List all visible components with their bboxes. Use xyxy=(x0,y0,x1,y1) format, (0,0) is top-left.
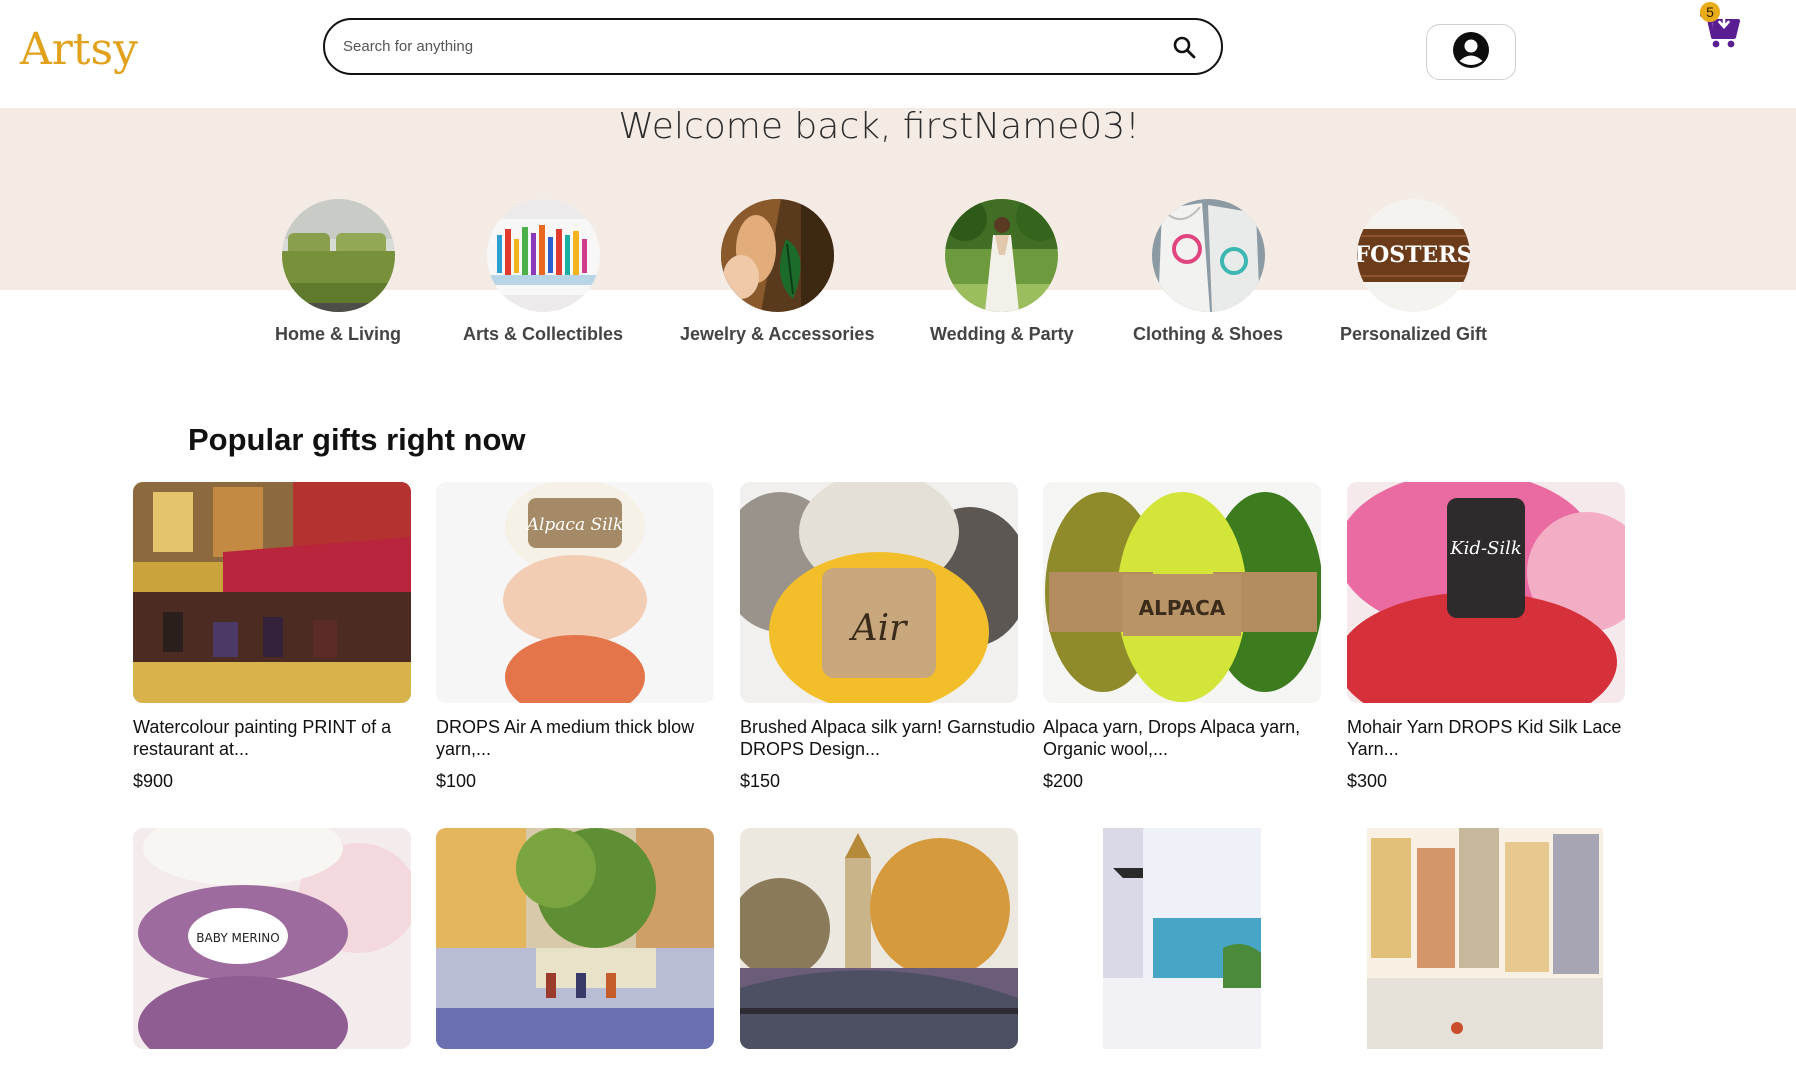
product-image[interactable]: Air xyxy=(740,482,1018,703)
product-card[interactable] xyxy=(1043,828,1321,1049)
category-personalized-gift[interactable]: FOSTERS Personalized Gift xyxy=(1340,199,1487,345)
product-title[interactable]: Brushed Alpaca silk yarn! Garnstudio DRO… xyxy=(740,716,1040,760)
logo[interactable]: Artsy xyxy=(20,24,138,75)
category-home-living[interactable]: Home & Living xyxy=(275,199,401,345)
product-card[interactable]: ALPACA Alpaca yarn, Drops Alpaca yarn, O… xyxy=(1043,482,1321,792)
yarn-label-text: Kid-Silk xyxy=(1449,538,1522,559)
category-jewelry-accessories[interactable]: Jewelry & Accessories xyxy=(680,199,874,345)
product-image[interactable] xyxy=(1347,828,1625,1049)
product-image[interactable]: BABY MERINO xyxy=(133,828,411,1049)
product-image[interactable]: Alpaca Silk xyxy=(436,482,714,703)
category-label: Jewelry & Accessories xyxy=(680,324,875,344)
product-card[interactable]: Watercolour painting PRINT of a restaura… xyxy=(133,482,411,792)
search-bar xyxy=(323,18,1223,75)
product-card[interactable]: BABY MERINO xyxy=(133,828,411,1049)
product-title[interactable]: DROPS Air A medium thick blow yarn,... xyxy=(436,716,736,760)
cart-count-badge: 5 xyxy=(1700,2,1720,22)
cart-button[interactable]: 5 xyxy=(1700,2,1748,50)
category-label: Wedding & Party xyxy=(930,324,1074,344)
product-image[interactable] xyxy=(436,828,714,1049)
product-card[interactable] xyxy=(1347,828,1625,1049)
search-icon[interactable] xyxy=(1169,32,1199,62)
category-arts-collectibles[interactable]: Arts & Collectibles xyxy=(463,199,623,345)
yarn-label-text: BABY MERINO xyxy=(196,931,279,945)
category-label: Home & Living xyxy=(275,324,402,344)
product-title[interactable]: Alpaca yarn, Drops Alpaca yarn, Organic … xyxy=(1043,716,1343,760)
product-price: $200 xyxy=(1043,771,1084,791)
category-label: Clothing & Shoes xyxy=(1133,324,1283,344)
product-title[interactable]: Watercolour painting PRINT of a restaura… xyxy=(133,716,433,760)
yarn-label-text: Air xyxy=(849,608,909,649)
product-card[interactable] xyxy=(740,828,1018,1049)
sign-text: FOSTERS xyxy=(1357,242,1470,268)
section-title: Popular gifts right now xyxy=(188,422,526,457)
category-image: FOSTERS xyxy=(1357,199,1471,312)
product-image[interactable] xyxy=(740,828,1018,1049)
product-image[interactable]: ALPACA xyxy=(1043,482,1321,703)
product-price: $150 xyxy=(740,771,781,791)
product-card[interactable]: Alpaca Silk DROPS Air A medium thick blo… xyxy=(436,482,714,792)
category-label: Personalized Gift xyxy=(1340,324,1488,344)
category-clothing-shoes[interactable]: Clothing & Shoes xyxy=(1133,199,1283,345)
yarn-label-text: Alpaca Silk xyxy=(525,515,624,535)
category-wedding-party[interactable]: Wedding & Party xyxy=(930,199,1074,345)
product-price: $900 xyxy=(133,771,174,791)
product-image[interactable] xyxy=(1043,828,1321,1049)
category-image xyxy=(1151,199,1265,312)
category-image xyxy=(486,199,600,312)
category-image xyxy=(281,199,395,312)
user-circle-icon xyxy=(1452,31,1490,74)
product-card[interactable]: Air Brushed Alpaca silk yarn! Garnstudio… xyxy=(740,482,1035,792)
product-title[interactable]: Mohair Yarn DROPS Kid Silk Lace Yarn... xyxy=(1347,716,1647,760)
product-price: $300 xyxy=(1347,771,1388,791)
product-price: $100 xyxy=(436,771,477,791)
product-card[interactable]: Kid-Silk Mohair Yarn DROPS Kid Silk Lace… xyxy=(1347,482,1625,792)
welcome-heading: Welcome back, firstName03! xyxy=(618,106,1140,147)
search-input[interactable] xyxy=(343,38,1169,55)
category-image xyxy=(945,199,1059,312)
product-image[interactable] xyxy=(133,482,411,703)
category-image xyxy=(720,199,834,312)
site-header: Artsy 5 xyxy=(0,0,1796,108)
product-card[interactable] xyxy=(436,828,714,1049)
product-image[interactable]: Kid-Silk xyxy=(1347,482,1625,703)
account-button[interactable] xyxy=(1426,24,1516,80)
yarn-label-text: ALPACA xyxy=(1139,596,1226,620)
category-label: Arts & Collectibles xyxy=(463,324,624,344)
